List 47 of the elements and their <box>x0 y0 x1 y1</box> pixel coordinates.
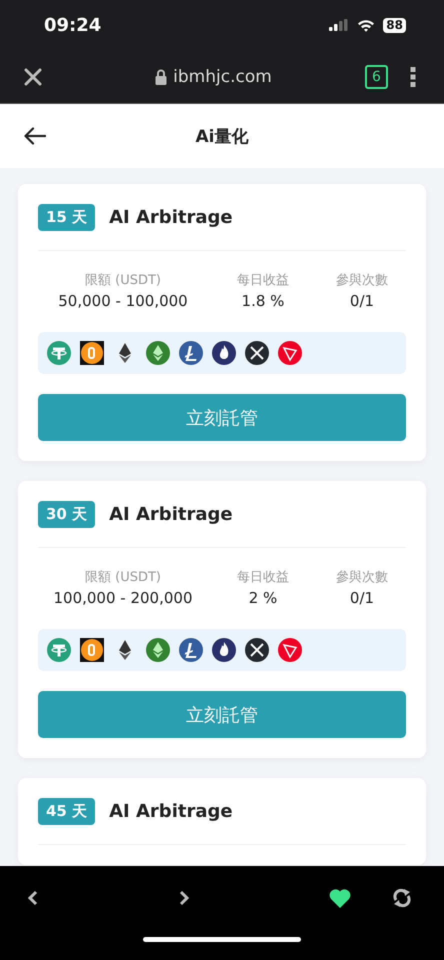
coin-icon <box>278 341 302 365</box>
duration-badge: 15 天 <box>38 204 96 231</box>
plan-title: AI Arbitrage <box>109 207 233 228</box>
coin-icon <box>212 638 236 662</box>
back-icon[interactable] <box>24 127 46 145</box>
coin-icon <box>179 638 203 662</box>
plan-title: AI Arbitrage <box>109 504 233 525</box>
plan-title: AI Arbitrage <box>109 801 233 822</box>
coin-icon <box>146 341 170 365</box>
stat-label: 限額 (USDT) <box>85 569 161 586</box>
lock-icon <box>155 68 168 84</box>
coin-icon <box>245 341 269 365</box>
page-title: Ai量化 <box>196 126 248 148</box>
tab-count[interactable]: 6 <box>365 64 388 88</box>
wifi-icon <box>357 18 376 32</box>
coin-icon <box>47 341 71 365</box>
coin-icon <box>278 638 302 662</box>
stat-label: 參與次數 <box>336 569 388 586</box>
coin-square-icon <box>80 638 104 662</box>
coin-icon <box>212 341 236 365</box>
forward-icon[interactable] <box>178 890 189 906</box>
duration-badge: 30 天 <box>38 501 96 528</box>
coin-square-icon <box>80 341 104 365</box>
signal-icon <box>329 19 350 31</box>
refresh-icon[interactable] <box>392 888 412 908</box>
stat-value: 50,000 - 100,000 <box>58 292 188 310</box>
stat-label: 限額 (USDT) <box>85 272 161 289</box>
more-icon[interactable] <box>410 66 416 86</box>
coin-icon <box>245 638 269 662</box>
heart-icon[interactable] <box>329 888 352 908</box>
stat-label: 每日收益 <box>237 569 289 586</box>
stat-value: 2 % <box>248 589 278 607</box>
coin-icon <box>146 638 170 662</box>
stat-value: 1.8 % <box>242 292 284 310</box>
url-text[interactable]: ibmhjc.com <box>173 66 272 86</box>
duration-badge: 45 天 <box>38 798 96 825</box>
battery-level: 88 <box>383 18 406 32</box>
status-time: 09:24 <box>44 14 102 36</box>
coin-icon <box>179 341 203 365</box>
coin-icon <box>47 638 71 662</box>
stat-value: 0/1 <box>350 292 374 310</box>
stat-label: 每日收益 <box>237 272 289 289</box>
stat-value: 0/1 <box>350 589 374 607</box>
stat-value: 100,000 - 200,000 <box>53 589 192 607</box>
close-icon[interactable] <box>24 68 42 86</box>
back-icon[interactable] <box>28 890 38 906</box>
stat-label: 參與次數 <box>336 272 388 289</box>
